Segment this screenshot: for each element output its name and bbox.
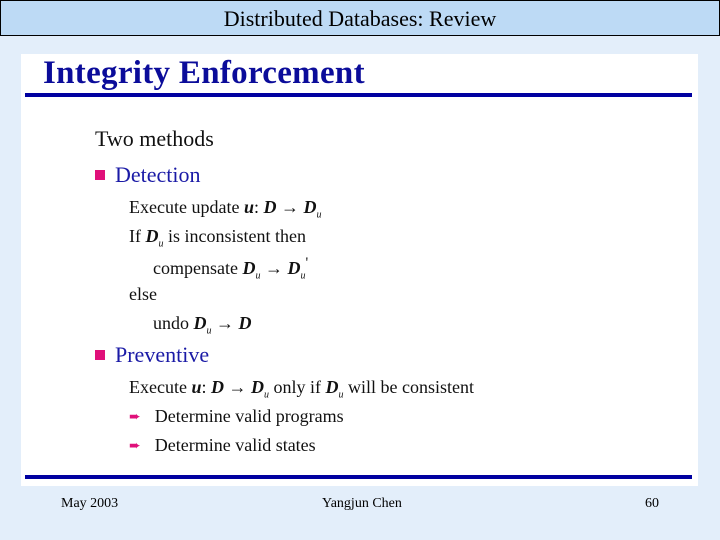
- bullet-label: Preventive: [115, 342, 210, 367]
- preventive-line: Execute u: D → Du only if Du will be con…: [129, 377, 474, 401]
- text: undo: [153, 313, 194, 333]
- bullet-preventive: Preventive: [95, 342, 209, 368]
- text: compensate: [153, 258, 243, 278]
- detection-line-2: If Du is inconsistent then: [129, 226, 306, 250]
- detection-line-5: undo Du → D: [153, 313, 252, 337]
- text: Execute: [129, 377, 192, 397]
- text: If: [129, 226, 146, 246]
- detection-line-4: else: [129, 284, 157, 304]
- math-var: u: [191, 377, 202, 397]
- subitem-valid-programs: ➨ Determine valid programs: [129, 406, 344, 427]
- detection-line-1: Execute update u: D → Du: [129, 197, 321, 221]
- slide-content-panel: Integrity Enforcement Two methods Detect…: [21, 54, 698, 486]
- arrow: →: [260, 258, 288, 278]
- math-subscript: u: [316, 209, 322, 221]
- math-expr: D → D: [211, 377, 264, 397]
- math-var: D: [242, 258, 256, 278]
- bullet-detection: Detection: [95, 162, 201, 188]
- math-var: D: [287, 258, 301, 278]
- math-expr: D → D: [263, 197, 317, 217]
- square-bullet-icon: [95, 170, 105, 180]
- math-var: D: [238, 313, 252, 333]
- text: :: [201, 377, 211, 397]
- math-var: u: [243, 197, 254, 217]
- square-bullet-icon: [95, 350, 105, 360]
- math-var: D: [325, 377, 339, 397]
- slide-header: Distributed Databases: Review: [0, 0, 720, 36]
- subitem-label: Determine valid states: [154, 435, 316, 455]
- subitem-label: Determine valid programs: [154, 406, 344, 426]
- title-rule: [25, 93, 692, 97]
- bullet-label: Detection: [115, 162, 201, 187]
- math-subscript: u: [300, 270, 306, 282]
- footer-rule: [25, 475, 692, 479]
- text: will be consistent: [343, 377, 474, 397]
- slide-title: Integrity Enforcement: [43, 55, 365, 91]
- footer-page-number: 60: [645, 496, 659, 511]
- detection-line-3: compensate Du → Du': [153, 255, 308, 282]
- footer-author: Yangjun Chen: [322, 496, 402, 511]
- math-var: D: [193, 313, 207, 333]
- arrow-bullet-icon: ➨: [129, 409, 141, 425]
- text: Execute update: [129, 197, 244, 217]
- arrow-bullet-icon: ➨: [129, 438, 141, 454]
- text: is inconsistent then: [163, 226, 306, 246]
- text: only if: [269, 377, 326, 397]
- subitem-valid-states: ➨ Determine valid states: [129, 435, 316, 456]
- footer-date: May 2003: [61, 496, 119, 511]
- math-prime: ': [305, 255, 309, 271]
- intro-text: Two methods: [95, 126, 214, 151]
- arrow: →: [211, 313, 239, 333]
- math-var: D: [145, 226, 159, 246]
